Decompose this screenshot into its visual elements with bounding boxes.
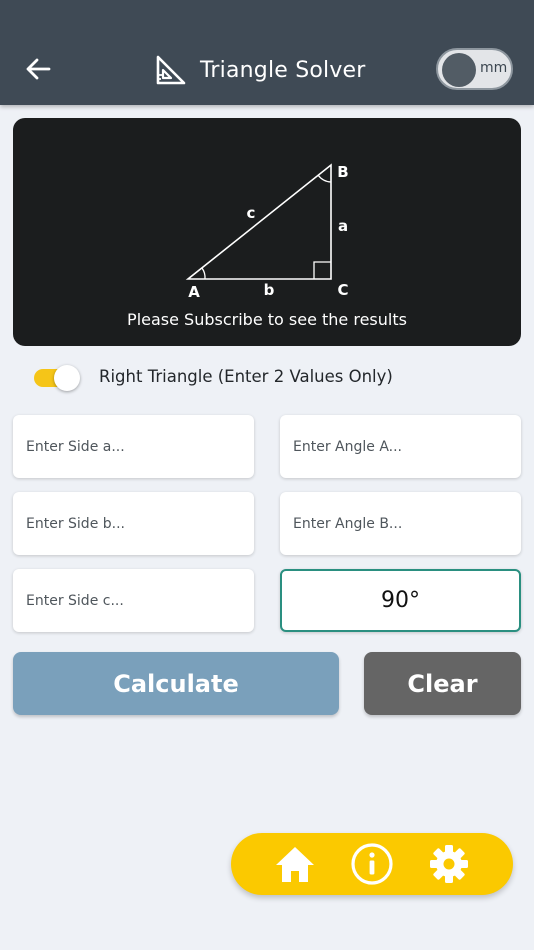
unit-toggle-knob <box>442 53 476 87</box>
side-label-b: b <box>264 281 275 299</box>
home-icon <box>276 847 314 882</box>
side-b-input[interactable] <box>13 492 254 555</box>
side-label-c: c <box>247 204 256 222</box>
triangle-outline <box>185 163 332 280</box>
side-a-input[interactable] <box>13 415 254 478</box>
vertex-label-c: C <box>337 281 348 299</box>
vertex-label-a: A <box>188 283 200 301</box>
angle-b-field[interactable] <box>280 492 521 555</box>
back-button[interactable] <box>22 54 54 84</box>
unit-label: mm <box>480 60 508 76</box>
set-square-icon <box>156 55 186 85</box>
switch-knob <box>54 365 80 391</box>
side-c-field[interactable] <box>13 569 254 632</box>
calculate-button[interactable]: Calculate <box>13 652 339 715</box>
triangle-diagram-panel: A B C a b c Please Subscribe to see the … <box>13 118 521 346</box>
vertex-label-b: B <box>337 163 348 181</box>
page-title: Triangle Solver <box>200 57 366 83</box>
info-icon <box>351 843 393 885</box>
nav-info-button[interactable] <box>349 841 395 887</box>
right-angle-marker <box>313 261 331 279</box>
side-b-field[interactable] <box>13 492 254 555</box>
nav-settings-button[interactable] <box>426 841 472 887</box>
unit-toggle[interactable]: mm <box>436 48 513 90</box>
title-group: Triangle Solver <box>154 50 366 90</box>
app-bar: Triangle Solver mm <box>0 0 534 105</box>
settings-icon <box>430 845 468 883</box>
angle-c-field[interactable] <box>280 569 521 632</box>
side-c-input[interactable] <box>13 569 254 632</box>
clear-button[interactable]: Clear <box>364 652 521 715</box>
angle-b-input[interactable] <box>280 492 521 555</box>
right-triangle-label: Right Triangle (Enter 2 Values Only) <box>99 367 393 386</box>
side-a-field[interactable] <box>13 415 254 478</box>
angle-arc-b <box>317 174 332 183</box>
angle-a-input[interactable] <box>280 415 521 478</box>
angle-arc-a <box>201 267 206 280</box>
angle-a-field[interactable] <box>280 415 521 478</box>
subscribe-message: Please Subscribe to see the results <box>127 310 407 329</box>
right-triangle-switch[interactable] <box>34 365 82 391</box>
bottom-nav <box>231 833 513 895</box>
nav-home-button[interactable] <box>272 841 318 887</box>
side-label-a: a <box>338 217 348 235</box>
arrow-left-icon <box>26 58 51 80</box>
angle-c-input[interactable] <box>282 571 519 630</box>
